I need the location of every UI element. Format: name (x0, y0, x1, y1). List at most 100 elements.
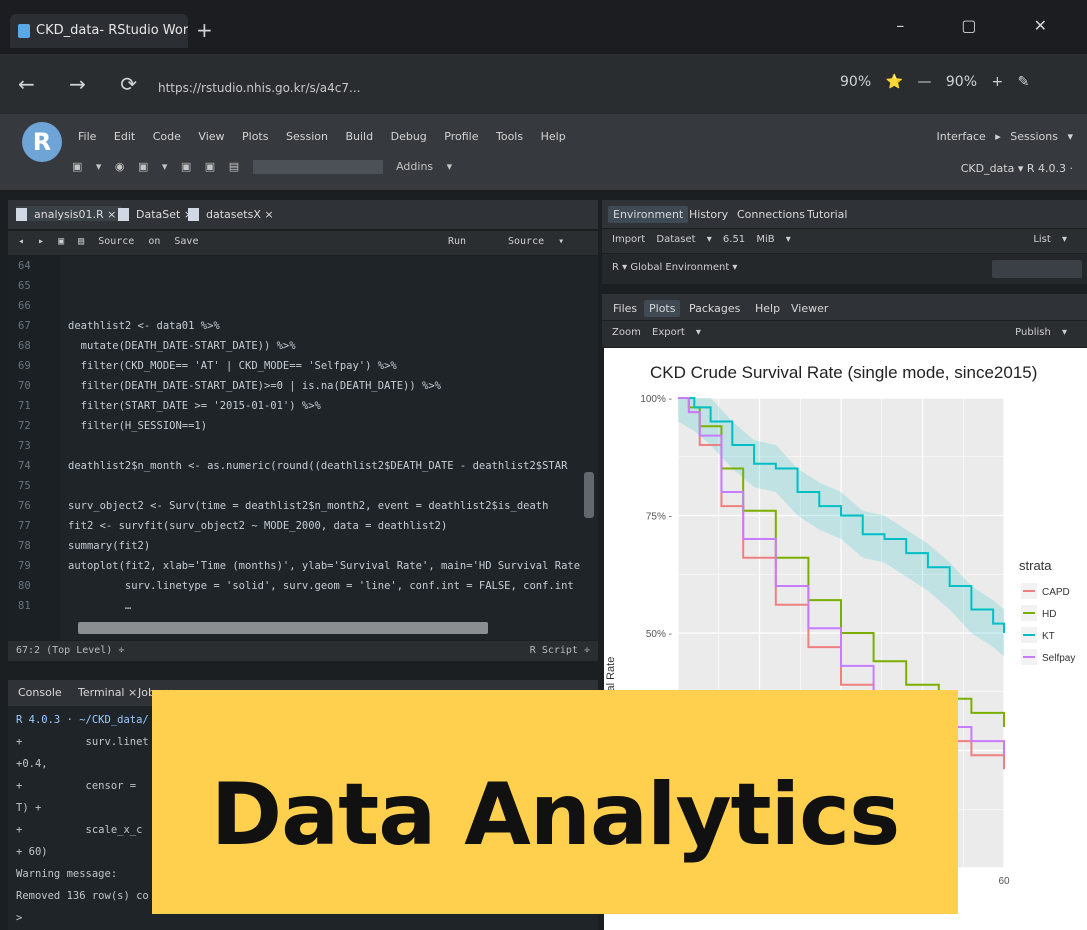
line-number: 75 (18, 480, 31, 492)
toolbar-icons[interactable]: ▣ ▾ ◉ ▣ ▾ ▣ ▣ ▤ (72, 160, 239, 173)
legend-label: CAPD (1042, 587, 1070, 598)
editor-vertical-scrollbar[interactable] (584, 472, 594, 518)
source-button[interactable]: Source ▾ (508, 236, 564, 247)
tab-viewer[interactable]: Viewer (786, 300, 833, 317)
tab-connections[interactable]: Connections (732, 206, 810, 223)
line-number: 66 (18, 300, 31, 312)
project-menu[interactable]: CKD_data ▾ (961, 162, 1024, 175)
new-tab-button[interactable]: + (196, 18, 213, 42)
code-line[interactable]: 76 surv_object2 <- Surv(time = deathlist2… (8, 496, 588, 516)
list-view-toggle[interactable]: List ▾ (1033, 234, 1067, 245)
line-number: 76 (18, 500, 31, 512)
editor-status-bar: 67:2 (Top Level) ÷ R Script ÷ (8, 641, 598, 661)
code-line[interactable]: 80 surv.linetype = 'solid', surv.geom = … (8, 576, 588, 596)
tab-plots[interactable]: Plots (644, 300, 681, 317)
go-to-file-input[interactable] (252, 160, 383, 174)
menu-session[interactable]: Session (286, 130, 328, 143)
code-line[interactable]: 68 mutate(DEATH_DATE-START_DATE)) %>% (8, 336, 588, 356)
run-button[interactable]: Run (448, 236, 466, 247)
tab-help[interactable]: Help (750, 300, 785, 317)
line-number: 78 (18, 540, 31, 552)
file-type[interactable]: R Script ÷ (530, 645, 590, 656)
rstudio-project-version[interactable]: CKD_data ▾ R 4.0.3 · (961, 162, 1073, 175)
line-number: 74 (18, 460, 31, 472)
browser-zoom-controls[interactable]: 90% ⭐ — 90% + ✎ (840, 74, 1029, 90)
publish-button[interactable]: Publish ▾ (1015, 327, 1067, 338)
tab-history[interactable]: History (684, 206, 733, 223)
banner-title: Data Analytics (210, 765, 901, 865)
line-number: 79 (18, 560, 31, 572)
window-controls[interactable]: – ▢ ✕ (896, 16, 1073, 35)
code-line[interactable]: 67 deathlist2 <- data01 %>% (8, 316, 588, 336)
editor-horizontal-scrollbar[interactable] (78, 622, 488, 634)
code-line[interactable]: 74 deathlist2$n_month <- as.numeric(round… (8, 456, 588, 476)
y-tick-label: 50% - (646, 629, 672, 640)
cursor-position[interactable]: 67:2 (Top Level) ÷ (16, 645, 124, 656)
code-line[interactable]: 70 filter(DEATH_DATE-START_DATE)>=0 | is… (8, 376, 588, 396)
tab-files[interactable]: Files (608, 300, 642, 317)
code-editor[interactable]: 64 65 66 67 deathlist2 <- data01 %>% 68 mutat… (8, 256, 598, 640)
editor-tab-datasetsx[interactable]: datasetsX × (188, 206, 280, 221)
code-line[interactable]: 65 (8, 276, 588, 296)
menu-view[interactable]: View (198, 130, 224, 143)
browser-nav-icons[interactable]: ← → ⟳ (18, 72, 151, 96)
rstudio-favicon-icon (18, 24, 30, 38)
editor-tab-dataset[interactable]: DataSet × (118, 206, 199, 221)
tab-console[interactable]: Console (18, 686, 62, 699)
code-line[interactable]: 73 (8, 436, 588, 456)
source-on-save-checkbox[interactable]: Source on Save (98, 236, 198, 247)
legend-label: Selfpay (1042, 653, 1075, 664)
line-number: 69 (18, 360, 31, 372)
menu-help[interactable]: Help (541, 130, 566, 143)
x-tick-label: 60 (998, 876, 1010, 887)
code-line[interactable]: 81 … (8, 596, 588, 616)
editor-tab-bar: analysis01.R × DataSet × datasetsX × (8, 200, 598, 230)
code-line[interactable]: 72 filter(H_SESSION==1) (8, 416, 588, 436)
tab-tutorial[interactable]: Tutorial (802, 206, 852, 223)
console-line: + 60) (16, 846, 48, 858)
code-text: deathlist2 <- data01 %>% (68, 320, 220, 332)
editor-tab-analysis01[interactable]: analysis01.R × (16, 206, 123, 221)
browser-tab-title: CKD_data- RStudio Workbench × (36, 23, 188, 38)
menu-code[interactable]: Code (153, 130, 181, 143)
menu-build[interactable]: Build (345, 130, 373, 143)
address-input[interactable]: https://rstudio.nhis.go.kr/s/a4c7... (150, 74, 810, 104)
line-number: 77 (18, 520, 31, 532)
tab-terminal[interactable]: Terminal × (78, 686, 137, 699)
import-dataset-button[interactable]: Import Dataset ▾ 6.51 MiB ▾ (612, 234, 791, 245)
console-prompt[interactable]: > (16, 912, 22, 924)
menu-tools[interactable]: Tools (496, 130, 523, 143)
code-line[interactable]: 78 summary(fit2) (8, 536, 588, 556)
console-line: T) + (16, 802, 42, 814)
code-text: filter(H_SESSION==1) (68, 420, 208, 432)
code-line[interactable]: 71 filter(START_DATE >= '2015-01-01') %>… (8, 396, 588, 416)
code-line[interactable]: 77 fit2 <- survfit(surv_object2 ~ MODE_20… (8, 516, 588, 536)
browser-tab[interactable]: CKD_data- RStudio Workbench × (10, 14, 188, 48)
addins-button[interactable]: Addins ▾ (396, 160, 452, 173)
zoom-export-buttons[interactable]: Zoom Export ▾ (612, 327, 701, 338)
code-line[interactable]: 66 (8, 296, 588, 316)
code-line[interactable]: 69 filter(CKD_MODE== 'AT' | CKD_MODE== '… (8, 356, 588, 376)
plots-toolbar: Zoom Export ▾ Publish ▾ (602, 321, 1087, 347)
menu-debug[interactable]: Debug (391, 130, 427, 143)
menu-edit[interactable]: Edit (114, 130, 135, 143)
menu-file[interactable]: File (78, 130, 96, 143)
rstudio-menubar (0, 114, 1087, 192)
y-tick-label: 75% - (646, 512, 672, 523)
line-number: 71 (18, 400, 31, 412)
code-line[interactable]: 75 (8, 476, 588, 496)
menu-plots[interactable]: Plots (242, 130, 268, 143)
line-number: 70 (18, 380, 31, 392)
menu-profile[interactable]: Profile (444, 130, 478, 143)
code-line[interactable]: 79 autoplot(fit2, xlab='Time (months)', y… (8, 556, 588, 576)
environment-toolbar: Import Dataset ▾ 6.51 MiB ▾ List ▾ (602, 229, 1087, 253)
legend-label: HD (1042, 609, 1056, 620)
tab-packages[interactable]: Packages (684, 300, 745, 317)
code-line[interactable]: 64 (8, 256, 588, 276)
tab-environment[interactable]: Environment (608, 206, 689, 223)
environment-search-input[interactable] (992, 260, 1082, 278)
line-number: 68 (18, 340, 31, 352)
console-line: + surv.linet (16, 736, 149, 748)
rstudio-user-area[interactable]: Interface ▸ Sessions ▾ (937, 130, 1073, 143)
save-icon[interactable]: ◂ ▸ ▣ ▤ (18, 236, 84, 247)
